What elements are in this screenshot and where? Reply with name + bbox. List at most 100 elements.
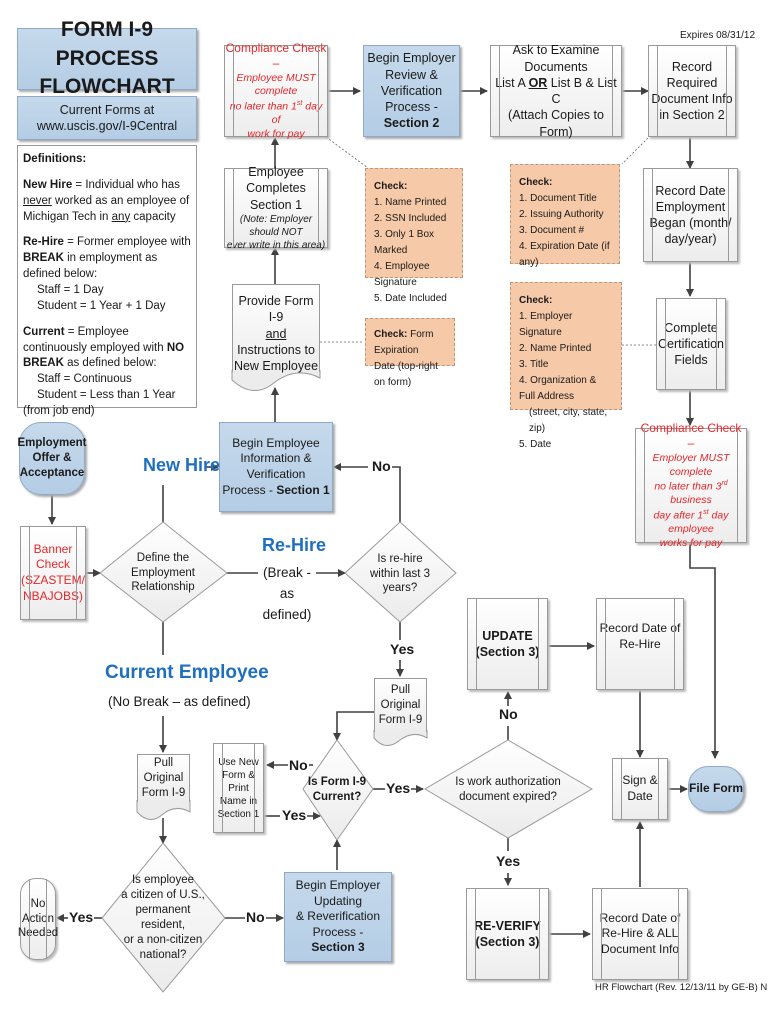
diamond-rehire-question-label[interactable]: Is re-hire within last 3 years? bbox=[355, 548, 445, 600]
node-line: Record Date of bbox=[599, 621, 681, 635]
node-sup: rd bbox=[721, 480, 728, 488]
def-current-student: Student = Less than 1 Year (from job end… bbox=[23, 389, 176, 418]
diamond-citizen-label[interactable]: Is employee a citizen of U.S., permanent… bbox=[115, 872, 211, 964]
note-item: 4. Expiration Date (if any) bbox=[519, 241, 610, 268]
title-line-1: FORM I-9 PROCESS bbox=[55, 18, 159, 70]
node-title: Compliance Check – bbox=[640, 420, 742, 451]
node-line: Re-Hire & ALL bbox=[601, 926, 679, 941]
dotted-note-sec1 bbox=[325, 136, 369, 169]
node-line: day after 1 bbox=[653, 509, 704, 522]
node-no-action-needed[interactable]: No Action Needed bbox=[18, 878, 58, 960]
node-line: (Attach Copies to Form) bbox=[508, 108, 604, 139]
node-pull-original-form-right[interactable]: Pull Original Form I-9 bbox=[374, 678, 427, 732]
line-compliance2-to-file-form bbox=[689, 543, 719, 759]
note-check-expiration: Check: Form Expiration Date (top-right o… bbox=[365, 318, 455, 388]
diamond-form-current-label[interactable]: Is Form I-9 Current? bbox=[307, 770, 367, 810]
note-heading: Check: bbox=[519, 177, 553, 188]
node-emph: Section 3 bbox=[311, 940, 365, 955]
node-line: no later than 3 bbox=[654, 480, 722, 493]
node-line: Section 1 bbox=[249, 197, 303, 212]
node-banner-check[interactable]: Banner Check (SZASTEM/ NBAJOBS) bbox=[20, 526, 86, 620]
node-line: Ask to Examine Documents bbox=[512, 43, 600, 74]
node-line: Offer & bbox=[32, 452, 72, 465]
note-item: 5. Date Included bbox=[374, 293, 447, 304]
edge-label-rehire-no: No bbox=[371, 458, 392, 474]
node-employment-offer-acceptance[interactable]: Employment Offer & Acceptance bbox=[18, 422, 87, 495]
node-line: a citizen of U.S., bbox=[121, 889, 205, 902]
node-begin-employer-update[interactable]: Begin Employer Updating & Reverification… bbox=[284, 872, 392, 962]
note-check-certification: Check: 1. Employer Signature 2. Name Pri… bbox=[510, 282, 622, 450]
def-new-hire: New Hire = Individual who has never work… bbox=[23, 178, 191, 226]
node-line: No bbox=[30, 897, 46, 910]
node-employee-completes-section1[interactable]: Employee Completes Section 1 (Note: Empl… bbox=[224, 165, 328, 251]
node-line: Pull Original bbox=[380, 684, 421, 712]
node-line: no later than 1 bbox=[229, 100, 297, 113]
def-emph: never bbox=[23, 194, 52, 207]
node-line: NBAJOBS) bbox=[22, 588, 83, 603]
node-record-required-doc-info[interactable]: Record Required Document Info in Section… bbox=[648, 45, 736, 137]
node-begin-employer-review[interactable]: Begin Employer Review & Verification Pro… bbox=[363, 45, 460, 137]
node-record-date-employment-began[interactable]: Record Date Employment Began (month/ day… bbox=[643, 168, 738, 262]
node-record-date-rehire-all[interactable]: Record Date of Re-Hire & ALL Document In… bbox=[592, 888, 688, 980]
node-line: works for pay bbox=[659, 536, 723, 549]
node-line: or a non-citizen bbox=[123, 933, 203, 946]
node-compliance-check-employee[interactable]: Compliance Check – Employee MUST complet… bbox=[224, 41, 328, 140]
node-compliance-check-employer[interactable]: Compliance Check – Employer MUST complet… bbox=[635, 421, 747, 549]
node-line: work for pay bbox=[247, 127, 305, 140]
node-line: Action bbox=[22, 912, 54, 925]
node-file-form[interactable]: File Form bbox=[688, 766, 744, 812]
diamond-define-relationship-label[interactable]: Define the Employment Relationship bbox=[115, 545, 211, 601]
edge-label-work-auth-yes: Yes bbox=[495, 853, 522, 869]
def-rehire-student: Student = 1 Year + 1 Day bbox=[37, 299, 166, 312]
node-examine-documents[interactable]: Ask to Examine Documents List A OR List … bbox=[490, 43, 622, 139]
node-line: Print bbox=[228, 782, 249, 794]
branch-current-employee: Current Employee bbox=[105, 662, 269, 683]
node-line: within last 3 bbox=[369, 567, 431, 580]
node-line: Provide Form I-9 bbox=[238, 294, 314, 325]
note-item: 3. Document # bbox=[519, 225, 585, 236]
node-line: Section 1 bbox=[217, 808, 260, 820]
diamond-work-auth-label[interactable]: Is work authorization document expired? bbox=[448, 770, 568, 810]
node-line: Process - bbox=[385, 100, 438, 115]
footer-revision: HR Flowchart (Rev. 12/13/11 by GE-B) N P… bbox=[595, 982, 768, 993]
note-item: 3. Title bbox=[519, 359, 549, 370]
node-line: Is Form I-9 bbox=[307, 776, 367, 789]
node-provide-form-i9[interactable]: Provide Form I-9 and Instructions to New… bbox=[232, 284, 320, 373]
node-sign-date[interactable]: Sign & Date bbox=[612, 758, 668, 820]
definitions-panel: Definitions: New Hire = Individual who h… bbox=[17, 145, 197, 417]
note-heading: Check: bbox=[519, 295, 553, 306]
def-text: = Individual who has bbox=[72, 178, 180, 191]
node-line: Sign & bbox=[622, 773, 658, 788]
branch-current-sub: (No Break – as defined) bbox=[108, 694, 251, 709]
node-line: Record Required bbox=[666, 59, 718, 90]
node-line: Pull Original bbox=[143, 757, 184, 785]
edge-label-citizen-yes: Yes bbox=[68, 909, 95, 925]
note-item: 1. Document Title bbox=[519, 193, 597, 204]
branch-new-hire: New Hire bbox=[143, 455, 221, 475]
node-line: Process - bbox=[222, 482, 277, 497]
current-forms-label: Current Forms at bbox=[59, 102, 155, 117]
current-forms-link[interactable]: www.uscis.gov/I-9Central bbox=[37, 118, 177, 134]
node-line: Employment bbox=[655, 199, 726, 214]
doc-wave-pull-orig-right bbox=[373, 730, 428, 746]
node-line: Form & bbox=[222, 769, 255, 781]
note-item: 2. Name Printed bbox=[519, 343, 592, 354]
edge-label-form-current-no: No bbox=[288, 757, 309, 773]
node-line: permanent resident, bbox=[135, 904, 191, 931]
node-line: day/year) bbox=[664, 232, 717, 247]
node-pull-original-form-left[interactable]: Pull Original Form I-9 bbox=[137, 754, 190, 802]
def-current: Current = Employee continuously employed… bbox=[23, 325, 191, 420]
branch-rehire: Re-Hire bbox=[262, 535, 327, 555]
node-line: Relationship bbox=[131, 581, 195, 594]
node-line: UPDATE bbox=[482, 628, 533, 643]
node-reverify-section3[interactable]: RE-VERIFY (Section 3) bbox=[466, 888, 549, 980]
edge-label-citizen-no: No bbox=[245, 909, 266, 925]
node-update-section3[interactable]: UPDATE (Section 3) bbox=[467, 598, 548, 690]
node-complete-certification[interactable]: Complete Certification Fields bbox=[656, 298, 726, 390]
node-record-date-rehire[interactable]: Record Date of Re-Hire bbox=[596, 598, 684, 690]
node-use-new-form[interactable]: Use New Form & Print Name in Section 1 bbox=[213, 743, 264, 833]
node-begin-employee-info[interactable]: Begin Employee Information & Verificatio… bbox=[219, 422, 333, 512]
node-emph: Section 2 bbox=[383, 116, 440, 131]
note-check-section1: Check: 1. Name Printed 2. SSN Included 3… bbox=[365, 168, 463, 304]
def-current-staff: Staff = Continuous bbox=[37, 373, 132, 386]
